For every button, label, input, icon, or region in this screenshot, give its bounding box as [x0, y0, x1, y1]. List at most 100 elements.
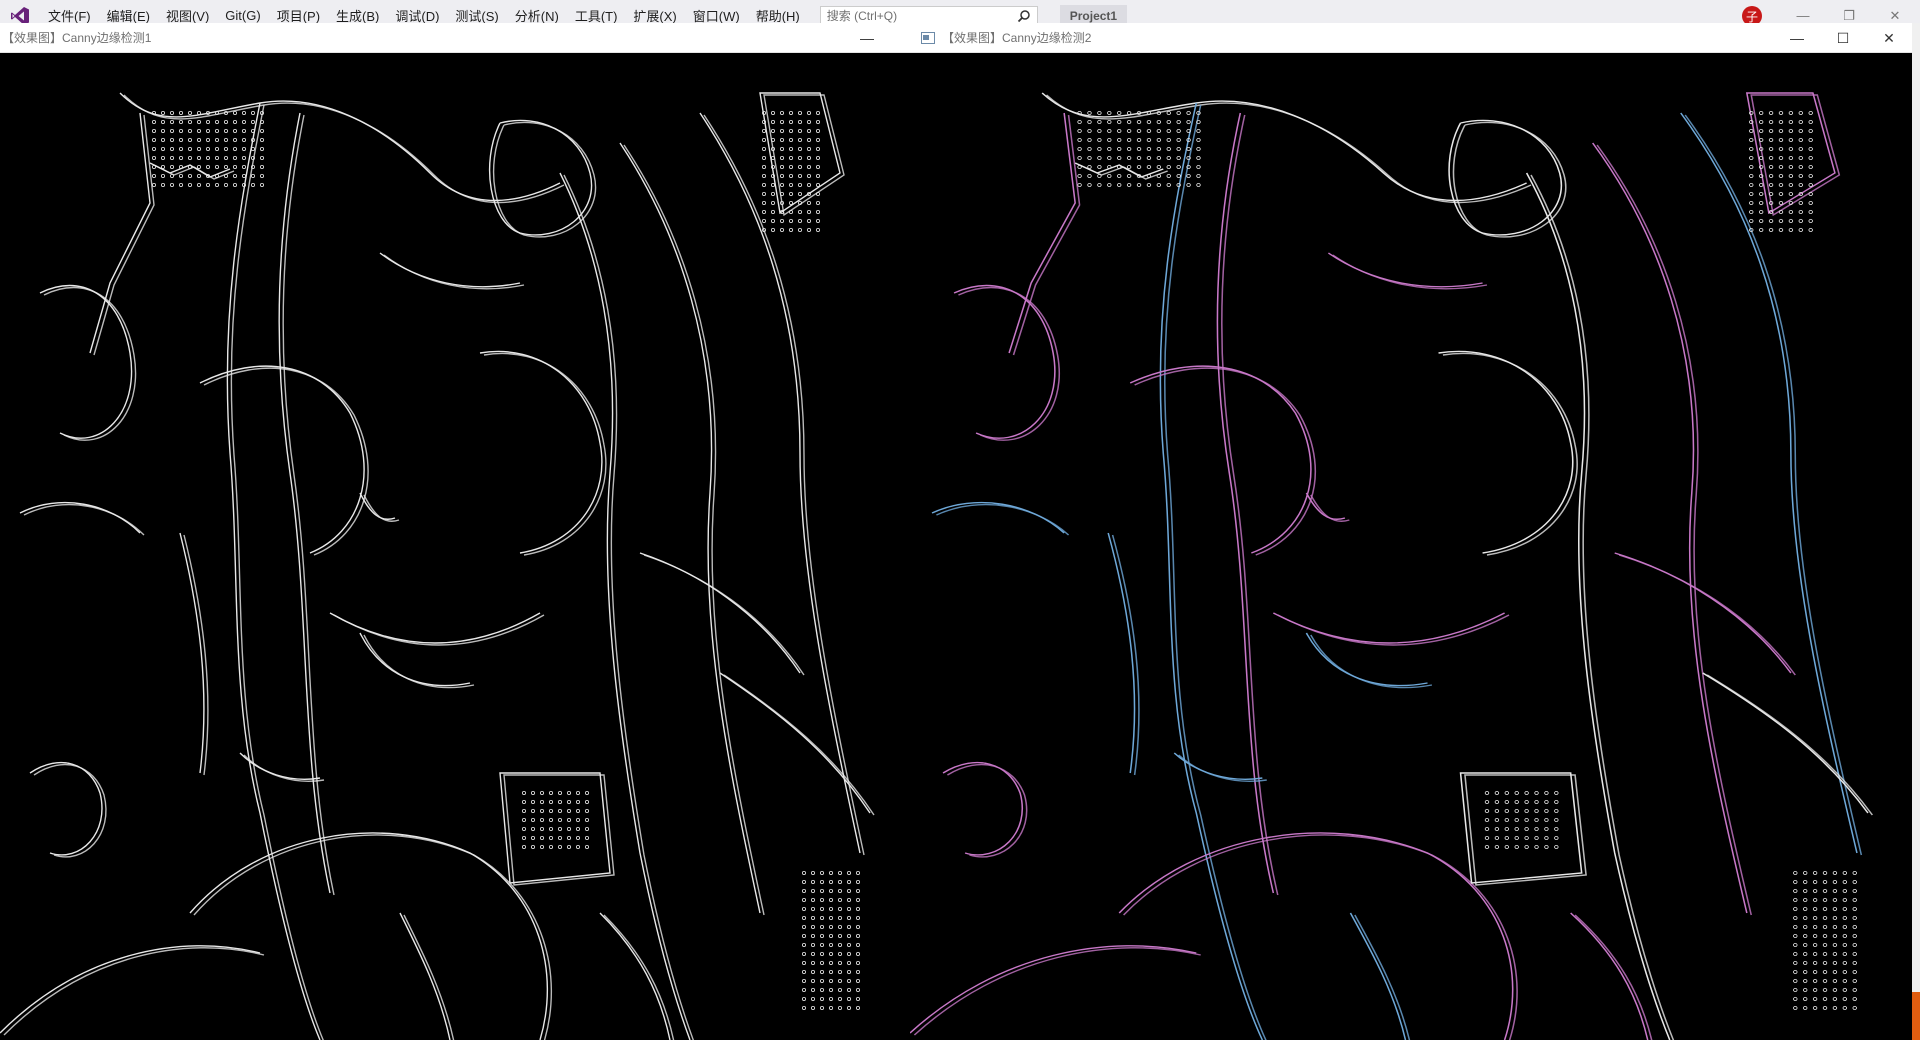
window-2-minimize-icon[interactable]: — [1774, 23, 1820, 53]
window-2-titlebar[interactable]: 【效果图】Canny边缘检测2 — ☐ ✕ [910, 23, 1912, 53]
stipple-dot [1852, 961, 1857, 966]
stipple-dot [798, 165, 803, 170]
stipple-dot [1852, 988, 1857, 993]
stipple-dot [232, 111, 237, 116]
stipple-dot [1812, 898, 1818, 903]
stipple-dot [847, 898, 852, 903]
window-2-close-icon[interactable]: ✕ [1866, 23, 1912, 53]
edge-contour [699, 112, 861, 854]
stipple-dot [1514, 827, 1519, 832]
stipple-dot [1832, 961, 1838, 966]
stipple-dot [1768, 129, 1774, 134]
window-2-maximize-icon[interactable]: ☐ [1820, 23, 1866, 53]
stipple-dot [1822, 880, 1828, 885]
edge-contour [559, 172, 691, 1040]
edge-contour [563, 174, 695, 1040]
edge-contour [29, 762, 103, 856]
stipple-dot [771, 218, 776, 223]
canny-window-2[interactable]: 【效果图】Canny边缘检测2 — ☐ ✕ [910, 23, 1912, 1040]
canny-window-1[interactable]: 【效果图】Canny边缘检测1 — [0, 23, 910, 1040]
stipple-dot [187, 147, 192, 152]
stipple-dot [1793, 943, 1798, 948]
stipple-dot [576, 800, 581, 805]
stipple-dot [1097, 111, 1102, 116]
edge-contour [1596, 144, 1752, 916]
stipple-dot [838, 952, 843, 957]
stipple-dot [856, 952, 861, 957]
stipple-dot [178, 182, 183, 187]
stipple-dot [1136, 138, 1142, 143]
stipple-dot [838, 889, 843, 894]
stipple-dot [847, 943, 852, 948]
stipple-dot [1778, 138, 1784, 143]
stipple-dot [1749, 200, 1754, 205]
stipple-dot [1544, 800, 1549, 805]
stipple-dot [1494, 818, 1500, 823]
stipple-dot [558, 845, 563, 850]
stipple-dot [585, 809, 590, 814]
window-1-titlebar[interactable]: 【效果图】Canny边缘检测1 — [0, 23, 910, 53]
stipple-dot [540, 845, 545, 850]
edge-contour [1012, 114, 1081, 356]
stipple-dot [1146, 129, 1152, 134]
stipple-dot [802, 988, 807, 993]
stipple-dot [1156, 147, 1162, 152]
window-2-title: 【效果图】Canny边缘检测2 [942, 31, 1092, 45]
stipple-dot [802, 880, 807, 885]
stipple-dot [1808, 174, 1813, 179]
stipple-dot [1136, 129, 1142, 134]
stipple-dot [1087, 165, 1092, 170]
stipple-dot [1768, 156, 1774, 161]
stipple-dot [811, 871, 816, 876]
stipple-dot [223, 182, 228, 187]
stipple-dot [1822, 889, 1828, 894]
stipple-dot [1842, 907, 1848, 912]
stipple-dot [205, 129, 210, 134]
window-app-icon [920, 30, 936, 46]
stipple-dot [1544, 836, 1549, 841]
stipple-dot [1812, 880, 1818, 885]
stipple-dot [1852, 925, 1857, 930]
stipple-dot [1126, 138, 1132, 143]
stipple-dot [1087, 129, 1092, 134]
stipple-dot [1146, 147, 1152, 152]
stipple-dot [847, 871, 852, 876]
stipple-dot [522, 809, 527, 814]
stipple-dot [838, 907, 843, 912]
stipple-dot [232, 129, 237, 134]
stipple-dot [558, 791, 563, 796]
stipple-dot [1107, 138, 1112, 143]
stipple-dot [820, 934, 825, 939]
stipple-dot [223, 156, 228, 161]
stipple-dot [1524, 827, 1529, 832]
stipple-dot [780, 111, 785, 116]
stipple-dot [820, 925, 825, 930]
stipple-dot [1778, 191, 1784, 196]
stipple-dot [1534, 836, 1539, 841]
window-1-minimize-icon[interactable]: — [844, 23, 890, 53]
stipple-dot [187, 138, 192, 143]
stipple-dot [1832, 988, 1838, 993]
stipple-dot [196, 165, 201, 170]
stipple-dot [1798, 182, 1803, 187]
stipple-dot [1822, 925, 1828, 930]
edge-contour [89, 112, 151, 354]
stipple-dot [205, 147, 210, 152]
taskbar-accent [1912, 992, 1920, 1040]
stipple-dot [829, 925, 834, 930]
stipple-dot [780, 129, 785, 134]
stipple-dot [802, 871, 807, 876]
stipple-dot [250, 174, 255, 179]
stipple-dot [1842, 871, 1848, 876]
stipple-dot [762, 209, 767, 214]
stipple-dot [1768, 120, 1774, 125]
stipple-dot [829, 907, 834, 912]
stipple-dot [1808, 200, 1813, 205]
stipple-dot [1793, 970, 1798, 975]
stipple-dot [1524, 791, 1529, 796]
stipple-dot [856, 961, 861, 966]
stipple-dot [1107, 147, 1112, 152]
stipple-dot [1186, 174, 1191, 179]
stipple-dot [1842, 916, 1848, 921]
stipple-dot [1852, 934, 1857, 939]
